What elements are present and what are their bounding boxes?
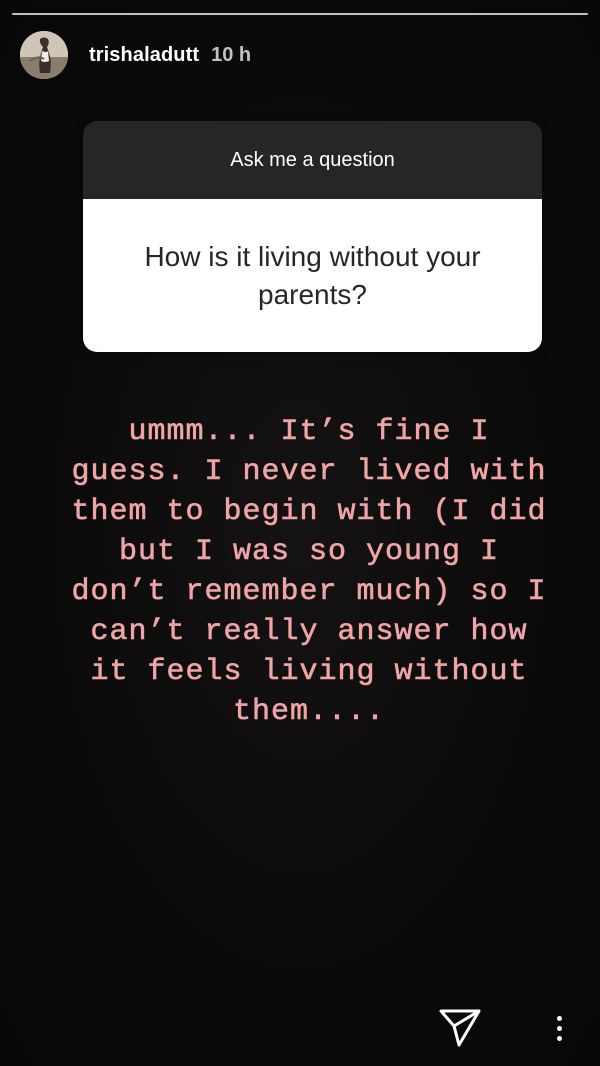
answer-line: them to begin with (I did bbox=[71, 495, 547, 530]
answer-line: guess. I never lived with bbox=[71, 455, 547, 490]
story-viewer[interactable]: trishaladutt 10 h Ask me a question How … bbox=[0, 0, 600, 1066]
avatar[interactable] bbox=[20, 31, 68, 79]
answer-line: but I was so young I bbox=[118, 535, 500, 570]
progress-segment bbox=[12, 13, 588, 15]
avatar-image bbox=[20, 31, 68, 79]
timestamp: 10 h bbox=[211, 43, 252, 66]
question-sticker-body: How is it living without your parents? bbox=[83, 199, 542, 352]
answer-line: can’t really answer how bbox=[90, 615, 528, 650]
question-text: How is it living without your parents? bbox=[144, 240, 481, 310]
story-progress-bar bbox=[12, 13, 588, 16]
answer-line: them.... bbox=[232, 695, 386, 730]
story-header: trishaladutt 10 h bbox=[20, 30, 251, 80]
answer-line: it feels living without bbox=[90, 655, 528, 690]
answer-text: ummm... It’s fine I guess. I never lived… bbox=[30, 412, 588, 732]
answer-line: ummm... It’s fine I bbox=[128, 415, 490, 450]
more-vertical-icon bbox=[556, 1015, 562, 1041]
more-options-button[interactable] bbox=[546, 1008, 572, 1048]
paper-plane-icon bbox=[439, 1009, 481, 1047]
username[interactable]: trishaladutt bbox=[89, 44, 199, 67]
question-sticker-header: Ask me a question bbox=[83, 121, 542, 199]
answer-line: don’t remember much) so I bbox=[71, 575, 547, 610]
question-sticker: Ask me a question How is it living witho… bbox=[83, 121, 542, 352]
send-button[interactable] bbox=[437, 1003, 483, 1049]
